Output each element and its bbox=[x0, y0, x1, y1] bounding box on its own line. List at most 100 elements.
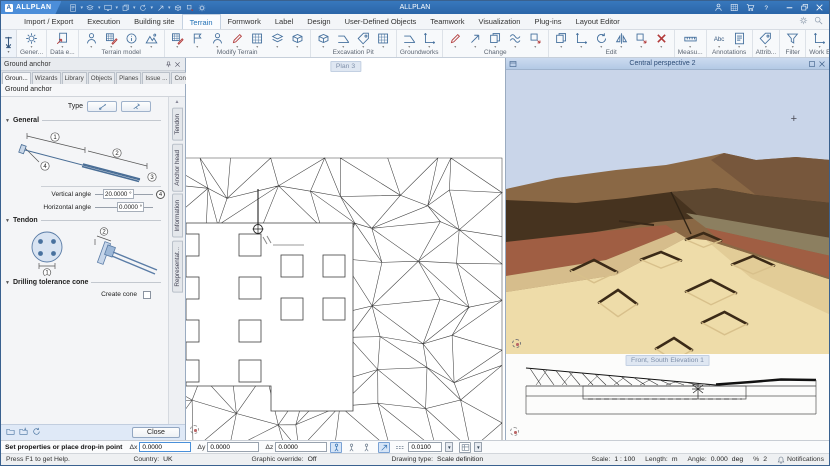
ribbon-tool-grid-button[interactable]: ▾ bbox=[374, 31, 393, 49]
menu-tab-user-defined-objects[interactable]: User-Defined Objects bbox=[338, 14, 424, 29]
ribbon-tool-grid-button[interactable]: ▾ bbox=[248, 31, 267, 49]
coord-input-x[interactable]: 0.0000 bbox=[139, 442, 191, 452]
ribbon-tool-copy-button[interactable]: ▾ bbox=[486, 31, 505, 49]
dropdown-arrow[interactable]: ▾ bbox=[236, 45, 238, 48]
anchor-type-option-1-button[interactable] bbox=[87, 101, 117, 112]
palette-tab-library[interactable]: Library bbox=[62, 72, 87, 84]
dropdown-arrow[interactable]: ▾ bbox=[116, 5, 119, 11]
ribbon-tool-resize-button[interactable]: ▾ bbox=[526, 31, 545, 49]
ribbon-tool-doc-arrow-button[interactable]: ▾ bbox=[53, 31, 72, 49]
palette-tab-issue[interactable]: Issue ... bbox=[142, 72, 170, 84]
dropdown-arrow[interactable]: ▾ bbox=[276, 45, 278, 48]
scroll-up-icon[interactable]: ▲ bbox=[175, 99, 180, 105]
ribbon-tool-refresh-button[interactable]: ▾ bbox=[592, 31, 611, 49]
palette-close-icon[interactable] bbox=[173, 60, 182, 69]
ribbon-tool-resize-button[interactable]: ▾ bbox=[632, 31, 651, 49]
viewport-3d[interactable]: + bbox=[506, 70, 829, 354]
dropdown-arrow[interactable]: ▾ bbox=[176, 45, 178, 48]
status-scale[interactable]: Scale:1 : 100 bbox=[591, 456, 635, 463]
dropdown-arrow[interactable]: ▾ bbox=[150, 45, 152, 48]
ribbon-tool-box-button[interactable]: ▾ bbox=[288, 31, 307, 49]
coord-input-z[interactable]: 0.0000 bbox=[275, 442, 327, 452]
coordinate-dropdown-button[interactable]: ▼ bbox=[474, 442, 482, 452]
step-dropdown-button[interactable]: ▼ bbox=[445, 442, 453, 452]
dropdown-arrow[interactable]: ▾ bbox=[600, 45, 602, 48]
reset-icon[interactable] bbox=[32, 427, 41, 438]
viewport-label-elevation[interactable]: Front, South Elevation 1 bbox=[625, 355, 710, 366]
close-window-button[interactable] bbox=[812, 2, 826, 13]
menu-tab-execution[interactable]: Execution bbox=[80, 14, 127, 29]
dropdown-arrow[interactable]: ▾ bbox=[689, 45, 691, 48]
dropdown-arrow[interactable]: ▾ bbox=[342, 45, 344, 48]
ribbon-tool-axes-button[interactable]: ▾ bbox=[810, 31, 829, 49]
viewport-label-plan[interactable]: Plan 3 bbox=[330, 61, 361, 72]
dropdown-arrow[interactable]: ▾ bbox=[90, 45, 92, 48]
ribbon-tool-info-button[interactable]: ▾ bbox=[122, 31, 141, 49]
ribbon-tool-arrow-ne-button[interactable]: ▾ bbox=[466, 31, 485, 49]
perspective-titlebar[interactable]: Central perspective 2 bbox=[506, 58, 829, 70]
general-section-header[interactable]: ▼ General bbox=[5, 115, 165, 126]
active-tool-ground-anchor-button[interactable]: ▾ bbox=[1, 30, 17, 57]
slider-value-box[interactable]: 0.0000 ° bbox=[117, 202, 144, 212]
side-tab-anchor-head[interactable]: Anchor head bbox=[172, 144, 183, 192]
side-tab-information[interactable]: Information bbox=[172, 194, 183, 238]
create-cone-checkbox[interactable] bbox=[143, 291, 151, 299]
ribbon-tool-person-button[interactable]: ▾ bbox=[82, 31, 101, 49]
menu-tab-label[interactable]: Label bbox=[268, 14, 300, 29]
dropdown-arrow[interactable]: ▾ bbox=[322, 45, 324, 48]
status-length[interactable]: Length:m bbox=[645, 456, 677, 463]
dropdown-arrow[interactable]: ▾ bbox=[80, 5, 83, 11]
dropdown-arrow[interactable]: ▾ bbox=[296, 45, 298, 48]
side-tab-tendon[interactable]: Tendon bbox=[172, 108, 183, 141]
viewport-plan[interactable]: Plan 3 bbox=[186, 58, 506, 440]
point-entry-mode-1-button[interactable] bbox=[330, 442, 342, 453]
ribbon-tool-person-button[interactable]: ▾ bbox=[208, 31, 227, 49]
ribbon-tool-copy-button[interactable]: ▾ bbox=[552, 31, 571, 49]
coord-input-y[interactable]: 0.0000 bbox=[207, 442, 259, 452]
menu-tab-layout-editor[interactable]: Layout Editor bbox=[569, 14, 627, 29]
app-menu-button[interactable]: A ALLPLAN bbox=[1, 1, 61, 14]
point-snap-grid-icon[interactable] bbox=[393, 442, 405, 453]
dropdown-arrow[interactable]: ▾ bbox=[61, 45, 63, 48]
restore-button[interactable] bbox=[797, 2, 811, 13]
dropdown-arrow[interactable]: ▾ bbox=[454, 45, 456, 48]
settings-icon[interactable] bbox=[799, 16, 808, 27]
ribbon-tool-mountain-button[interactable]: ▾ bbox=[142, 31, 161, 49]
track-point-button[interactable] bbox=[378, 442, 390, 453]
search-icon[interactable] bbox=[814, 16, 823, 27]
dropdown-arrow[interactable]: ▾ bbox=[738, 45, 740, 48]
ribbon-tool-tag-button[interactable]: ▾ bbox=[354, 31, 373, 49]
dropdown-arrow[interactable]: ▾ bbox=[765, 45, 767, 48]
minimize-button[interactable] bbox=[782, 2, 796, 13]
quick-access-layers-button[interactable] bbox=[85, 2, 96, 13]
palette-tab-planes[interactable]: Planes bbox=[116, 72, 141, 84]
menu-tab-formwork[interactable]: Formwork bbox=[221, 14, 268, 29]
ribbon-tool-gear-button[interactable]: ▾ bbox=[22, 31, 41, 49]
menu-tab-visualization[interactable]: Visualization bbox=[471, 14, 527, 29]
ribbon-tool-pencil-red-button[interactable]: ▾ bbox=[446, 31, 465, 49]
dropdown-arrow[interactable]: ▾ bbox=[792, 45, 794, 48]
close-viewport-icon[interactable] bbox=[818, 60, 826, 68]
step-distance-input[interactable]: 0.0100 bbox=[408, 442, 442, 452]
dropdown-arrow[interactable]: ▾ bbox=[31, 45, 33, 48]
maximize-icon[interactable] bbox=[808, 60, 816, 68]
dropdown-arrow[interactable]: ▾ bbox=[474, 45, 476, 48]
cone-section-header[interactable]: ▼ Drilling tolerance cone bbox=[5, 277, 165, 288]
dropdown-arrow[interactable]: ▾ bbox=[256, 45, 258, 48]
menu-tab-teamwork[interactable]: Teamwork bbox=[423, 14, 471, 29]
quick-access-arrow-ne-button[interactable] bbox=[155, 2, 166, 13]
ribbon-tool-funnel-button[interactable]: ▾ bbox=[783, 31, 802, 49]
quick-access-note-button[interactable] bbox=[67, 2, 78, 13]
help-icon[interactable]: ? bbox=[760, 2, 772, 13]
save-favorite-icon[interactable] bbox=[19, 427, 28, 438]
load-favorite-icon[interactable] bbox=[6, 427, 15, 438]
quick-access-copy-button[interactable] bbox=[120, 2, 131, 13]
pin-icon[interactable] bbox=[164, 60, 173, 69]
ribbon-tool-pencil-red-button[interactable]: ▾ bbox=[228, 31, 247, 49]
slider-value-box[interactable]: 20.0000 ° bbox=[103, 189, 134, 199]
ribbon-tool-slope-button[interactable]: ▾ bbox=[400, 31, 419, 49]
dropdown-arrow[interactable]: ▾ bbox=[494, 45, 496, 48]
quick-access-box-button[interactable] bbox=[173, 2, 184, 13]
ribbon-tool-axes-button[interactable]: ▾ bbox=[572, 31, 591, 49]
ribbon-tool-note-button[interactable]: ▾ bbox=[730, 31, 749, 49]
